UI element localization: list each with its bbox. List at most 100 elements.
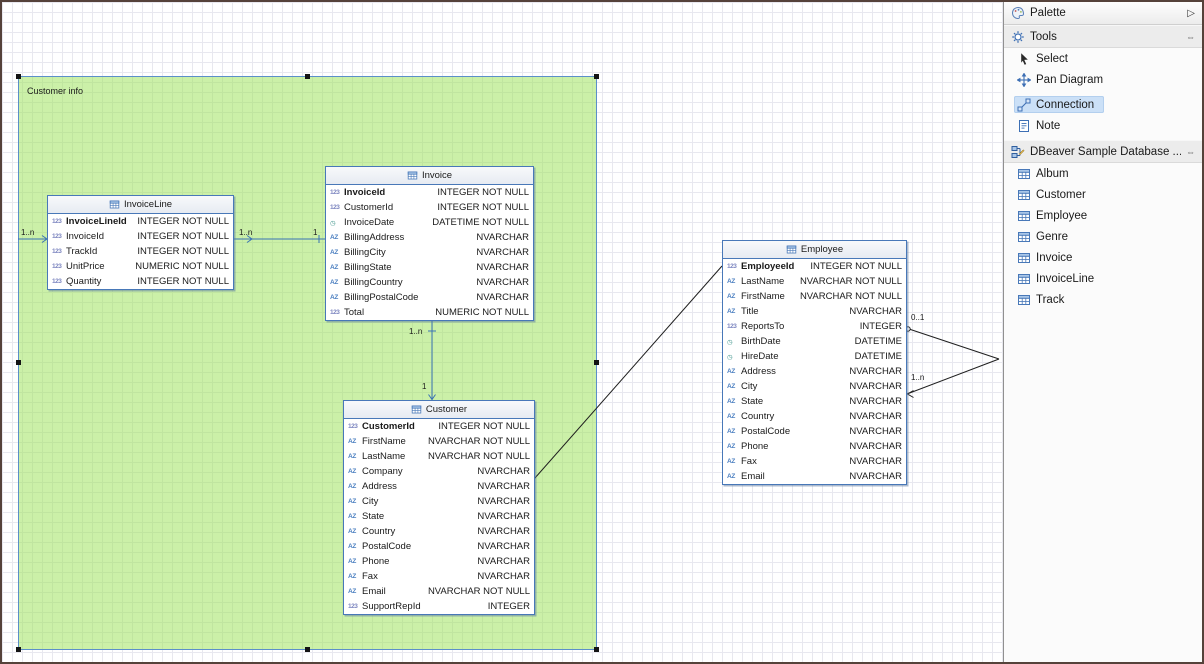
entity-name: Employee [801, 244, 843, 255]
column-row[interactable]: AZPostalCodeNVARCHAR [723, 424, 906, 439]
diagram-canvas[interactable]: Customer info InvoiceLine123InvoiceLineI… [2, 2, 1003, 662]
entity-invoice[interactable]: Invoice123InvoiceIdINTEGER NOT NULL123Cu… [325, 166, 534, 321]
column-row[interactable]: 123TotalNUMERIC NOT NULL [326, 305, 533, 320]
column-type: NVARCHAR [477, 496, 530, 507]
varchar-icon: AZ [727, 383, 741, 390]
column-row[interactable]: AZFirstNameNVARCHAR NOT NULL [344, 434, 534, 449]
column-row[interactable]: 123TrackIdINTEGER NOT NULL [48, 244, 233, 259]
column-row[interactable]: AZTitleNVARCHAR [723, 304, 906, 319]
collapse-icon[interactable]: ⇔ [1186, 32, 1195, 42]
varchar-icon: AZ [727, 428, 741, 435]
palette-item-label: Track [1036, 294, 1064, 306]
column-row[interactable]: AZCompanyNVARCHAR [344, 464, 534, 479]
column-row[interactable]: AZFaxNVARCHAR [723, 454, 906, 469]
numeric-icon: 123 [348, 423, 362, 430]
palette-item-inner: Customer [1014, 186, 1096, 203]
column-row[interactable]: AZCityNVARCHAR [344, 494, 534, 509]
column-row[interactable]: AZCountryNVARCHAR [723, 409, 906, 424]
cardinality-label: 0..1 [911, 313, 924, 322]
section-header-dbeaver-sample-database[interactable]: DBeaver Sample Database ... ⇔ [1004, 140, 1202, 163]
palette-header[interactable]: Palette ▷ [1004, 2, 1202, 25]
column-row[interactable]: 123EmployeeIdINTEGER NOT NULL [723, 259, 906, 274]
column-row[interactable]: AZFirstNameNVARCHAR NOT NULL [723, 289, 906, 304]
varchar-icon: AZ [348, 483, 362, 490]
column-row[interactable]: 123CustomerIdINTEGER NOT NULL [344, 419, 534, 434]
column-name: InvoiceLineId [66, 216, 131, 227]
column-type: NVARCHAR [849, 471, 902, 482]
column-type: NVARCHAR NOT NULL [800, 276, 902, 287]
column-row[interactable]: AZBillingStateNVARCHAR [326, 260, 533, 275]
entity-invoiceline[interactable]: InvoiceLine123InvoiceLineIdINTEGER NOT N… [47, 195, 234, 290]
palette-item-customer[interactable]: Customer [1004, 184, 1202, 205]
numeric-icon: 123 [727, 263, 741, 270]
column-name: Fax [362, 571, 471, 582]
column-row[interactable]: 123InvoiceIdINTEGER NOT NULL [48, 229, 233, 244]
column-row[interactable]: AZBillingAddressNVARCHAR [326, 230, 533, 245]
column-name: FirstName [741, 291, 794, 302]
column-row[interactable]: ◷InvoiceDateDATETIME NOT NULL [326, 215, 533, 230]
column-row[interactable]: 123QuantityINTEGER NOT NULL [48, 274, 233, 289]
column-row[interactable]: 123InvoiceLineIdINTEGER NOT NULL [48, 214, 233, 229]
datetime-icon: ◷ [727, 353, 741, 361]
column-row[interactable]: AZFaxNVARCHAR [344, 569, 534, 584]
column-row[interactable]: AZPhoneNVARCHAR [344, 554, 534, 569]
column-row[interactable]: 123UnitPriceNUMERIC NOT NULL [48, 259, 233, 274]
palette-item-invoice[interactable]: Invoice [1004, 247, 1202, 268]
entity-header[interactable]: Customer [344, 401, 534, 419]
table-icon [1017, 209, 1031, 223]
column-row[interactable]: AZBillingCountryNVARCHAR [326, 275, 533, 290]
palette-item-connection[interactable]: Connection [1004, 94, 1202, 115]
column-row[interactable]: AZEmailNVARCHAR [723, 469, 906, 484]
collapse-icon[interactable]: ⇔ [1186, 147, 1195, 157]
column-row[interactable]: AZLastNameNVARCHAR NOT NULL [723, 274, 906, 289]
column-name: Email [362, 586, 422, 597]
entity-header[interactable]: Employee [723, 241, 906, 259]
palette-item-track[interactable]: Track [1004, 289, 1202, 310]
pin-icon[interactable]: ▷ [1187, 8, 1195, 19]
column-row[interactable]: AZBillingCityNVARCHAR [326, 245, 533, 260]
column-row[interactable]: 123ReportsToINTEGER [723, 319, 906, 334]
column-name: CustomerId [344, 202, 431, 213]
entity-header[interactable]: InvoiceLine [48, 196, 233, 214]
varchar-icon: AZ [330, 264, 344, 271]
column-row[interactable]: AZLastNameNVARCHAR NOT NULL [344, 449, 534, 464]
column-row[interactable]: 123SupportRepIdINTEGER [344, 599, 534, 614]
column-row[interactable]: AZEmailNVARCHAR NOT NULL [344, 584, 534, 599]
column-row[interactable]: 123InvoiceIdINTEGER NOT NULL [326, 185, 533, 200]
column-row[interactable]: AZAddressNVARCHAR [344, 479, 534, 494]
numeric-icon: 123 [330, 189, 344, 196]
cardinality-label: 1..n [911, 373, 924, 382]
palette-item-inner: InvoiceLine [1014, 270, 1104, 287]
palette-item-pan-diagram[interactable]: Pan Diagram [1004, 69, 1202, 90]
entity-customer[interactable]: Customer123CustomerIdINTEGER NOT NULLAZF… [343, 400, 535, 615]
numeric-icon: 123 [52, 218, 66, 225]
column-row[interactable]: AZAddressNVARCHAR [723, 364, 906, 379]
varchar-icon: AZ [727, 308, 741, 315]
column-name: Total [344, 307, 429, 318]
relation-employee-reportsto-out[interactable] [909, 329, 999, 359]
palette-item-employee[interactable]: Employee [1004, 205, 1202, 226]
column-row[interactable]: AZStateNVARCHAR [344, 509, 534, 524]
column-row[interactable]: AZPostalCodeNVARCHAR [344, 539, 534, 554]
column-row[interactable]: AZCityNVARCHAR [723, 379, 906, 394]
entity-header[interactable]: Invoice [326, 167, 533, 185]
section-title: DBeaver Sample Database ... [1030, 146, 1181, 158]
palette-item-inner: Pan Diagram [1014, 71, 1113, 88]
column-row[interactable]: 123CustomerIdINTEGER NOT NULL [326, 200, 533, 215]
column-row[interactable]: AZCountryNVARCHAR [344, 524, 534, 539]
palette-item-album[interactable]: Album [1004, 163, 1202, 184]
column-row[interactable]: AZStateNVARCHAR [723, 394, 906, 409]
column-name: SupportRepId [362, 601, 482, 612]
cardinality-label: 1 [313, 228, 317, 237]
column-row[interactable]: AZPhoneNVARCHAR [723, 439, 906, 454]
column-row[interactable]: ◷HireDateDATETIME [723, 349, 906, 364]
palette-item-select[interactable]: Select [1004, 48, 1202, 69]
column-row[interactable]: ◷BirthDateDATETIME [723, 334, 906, 349]
palette-item-note[interactable]: Note [1004, 115, 1202, 136]
column-type: NVARCHAR [849, 411, 902, 422]
palette-item-invoiceline[interactable]: InvoiceLine [1004, 268, 1202, 289]
section-header-tools[interactable]: Tools⇔ [1004, 25, 1202, 48]
column-row[interactable]: AZBillingPostalCodeNVARCHAR [326, 290, 533, 305]
palette-item-genre[interactable]: Genre [1004, 226, 1202, 247]
entity-employee[interactable]: Employee 123EmployeeIdINTEGER NOT NULLAZL… [722, 240, 907, 485]
